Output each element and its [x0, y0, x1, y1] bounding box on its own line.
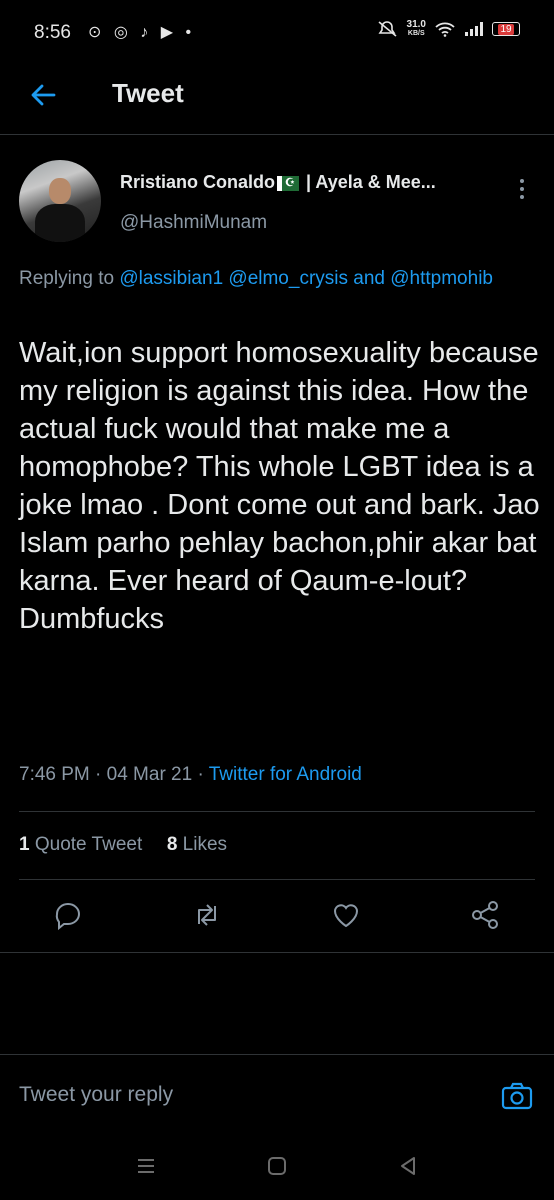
flag-glyph: ☪	[285, 176, 295, 189]
avatar[interactable]	[19, 160, 101, 242]
replying-to: Replying to @lassibian1 @elmo_crysis and…	[19, 264, 539, 293]
replying-prefix: Replying to	[19, 268, 120, 289]
avatar-face	[49, 178, 71, 204]
status-time: 8:56	[34, 22, 71, 43]
author-handle[interactable]: @HashmiMunam	[120, 212, 267, 234]
home-icon[interactable]	[265, 1154, 289, 1178]
pakistan-flag-icon: ☪	[277, 175, 300, 191]
signal-icon	[465, 22, 483, 36]
divider	[19, 811, 535, 812]
quote-label: Quote Tweet	[29, 834, 143, 855]
notification-icons: ⊙ ◎ ♪ ▶ •	[88, 24, 196, 41]
more-options-icon[interactable]	[514, 176, 530, 202]
mute-icon	[378, 21, 397, 37]
status-bar: 8:56 ⊙ ◎ ♪ ▶ • 31.0 KB/S 19	[0, 0, 554, 68]
tweet-meta: 7:46 PM · 04 Mar 21 · Twitter for Androi…	[19, 764, 362, 786]
wifi-icon	[435, 22, 455, 37]
back-icon[interactable]	[396, 1154, 420, 1178]
tweet-source[interactable]: Twitter for Android	[209, 764, 362, 785]
network-speed-unit: KB/S	[407, 30, 425, 37]
quote-count: 1	[19, 834, 30, 855]
network-speed: 31.0 KB/S	[407, 20, 426, 38]
battery-level: 19	[498, 23, 514, 35]
tweet-text: Wait,ion support homosexuality because m…	[19, 337, 540, 635]
tweet-stats: 1 Quote Tweet 8 Likes	[19, 834, 227, 856]
divider	[19, 879, 535, 880]
menu-icon[interactable]	[134, 1154, 158, 1178]
like-icon[interactable]	[329, 898, 363, 932]
tweet-timestamp: 7:46 PM · 04 Mar 21 ·	[19, 764, 209, 785]
likes-count: 8	[166, 834, 178, 855]
divider	[0, 952, 554, 953]
author-name-part-1: Rristiano Conaldo	[120, 172, 276, 192]
likes-stat[interactable]: 8 Likes	[167, 834, 227, 855]
reply-input[interactable]: Tweet your reply	[19, 1083, 173, 1107]
battery-icon: 19	[492, 22, 520, 36]
back-arrow-icon[interactable]	[28, 80, 58, 110]
system-nav-bar	[0, 1134, 554, 1200]
retweet-icon[interactable]	[190, 898, 224, 932]
likes-label: Likes	[177, 834, 228, 855]
share-icon[interactable]	[468, 898, 502, 932]
reply-mentions[interactable]: @lassibian1 @elmo_crysis and @httpmohib	[119, 268, 493, 289]
page-title: Tweet	[112, 78, 184, 108]
reply-bar: Tweet your reply	[0, 1054, 554, 1135]
quote-tweets-stat[interactable]: 1 Quote Tweet	[19, 834, 142, 855]
reply-icon[interactable]	[51, 898, 85, 932]
network-speed-value: 31.0	[406, 19, 426, 30]
author-name-part-2: | Ayela & Mee...	[301, 172, 436, 192]
author-name[interactable]: Rristiano Conaldo ☪ | Ayela & Mee...	[120, 172, 436, 193]
status-right: 31.0 KB/S 19	[377, 20, 520, 38]
avatar-body	[35, 204, 85, 242]
camera-icon[interactable]	[500, 1079, 534, 1113]
top-bar: Tweet	[0, 68, 554, 135]
